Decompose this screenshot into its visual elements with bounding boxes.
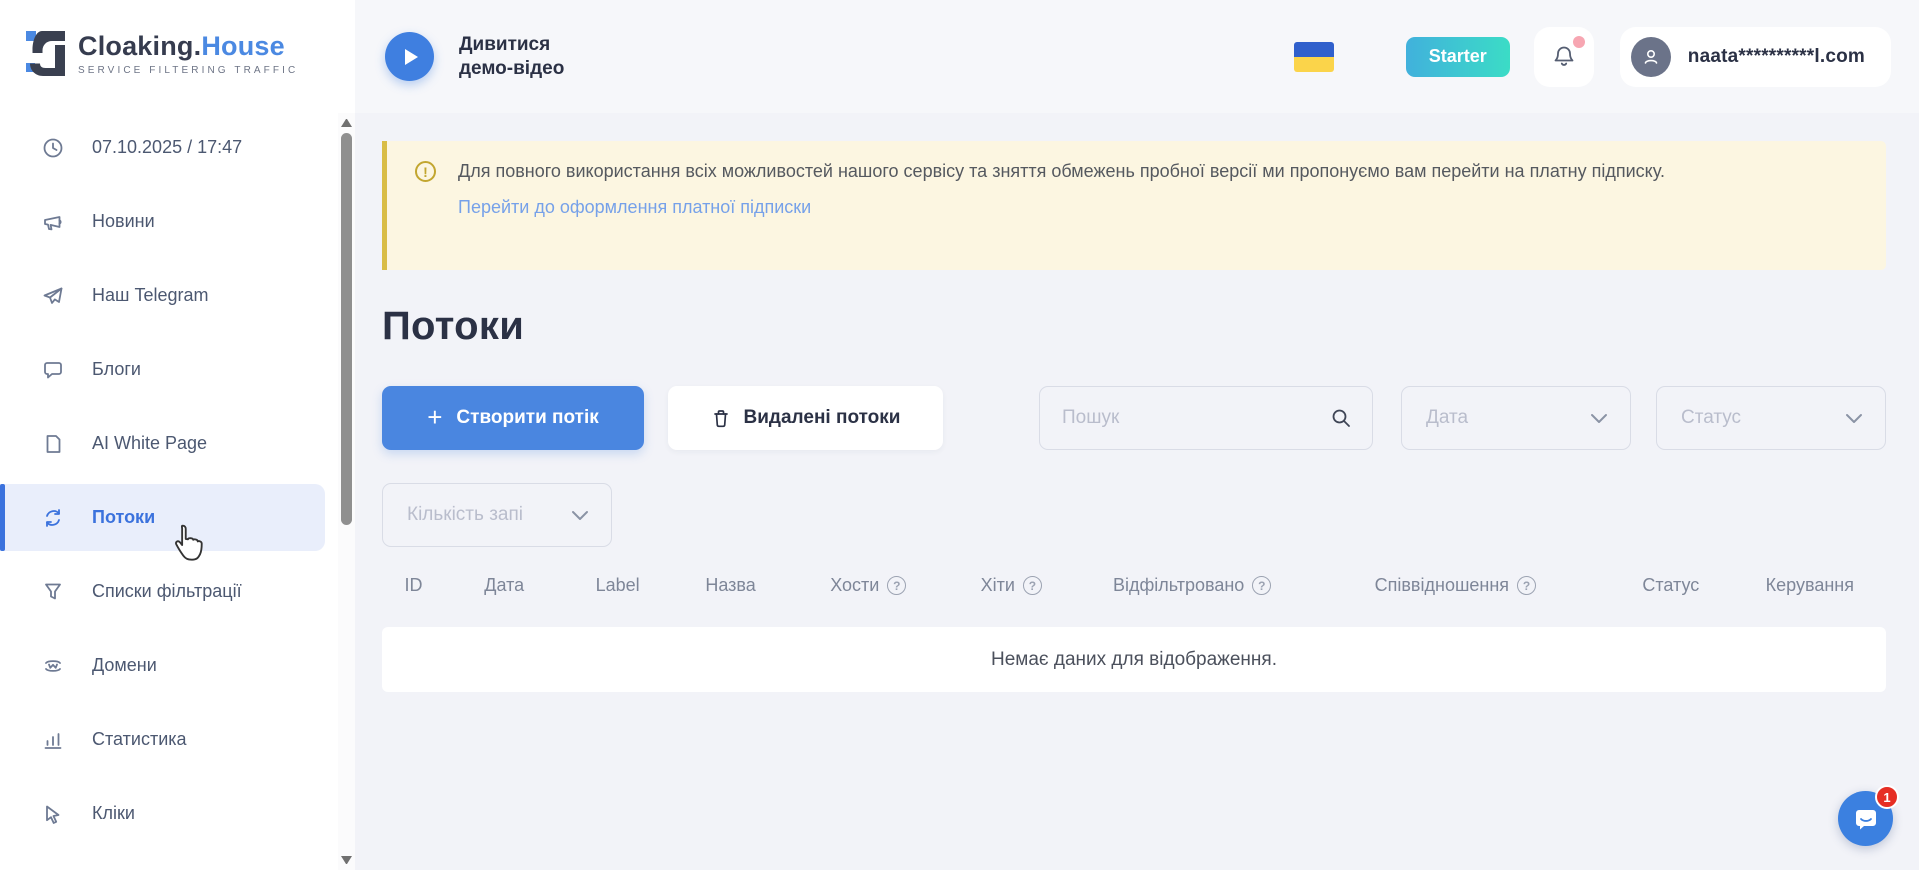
sidebar-item-label: Наш Telegram (92, 285, 208, 306)
sidebar-item-domains[interactable]: Домени (0, 632, 325, 699)
upgrade-subscription-link[interactable]: Перейти до оформлення платної підписки (458, 197, 811, 218)
chat-smile-icon (1851, 804, 1881, 834)
bell-icon (1550, 43, 1578, 71)
column-header-name: Назва (705, 575, 755, 596)
topbar-right: Starter naata**********l.com (1294, 27, 1891, 87)
demo-video-label[interactable]: Дивитися демо-відео (459, 33, 564, 81)
sidebar-scrollbar[interactable] (338, 113, 355, 870)
column-header-date: Дата (484, 575, 524, 596)
notification-dot (1573, 36, 1585, 48)
scrollbar-up-arrow[interactable] (341, 119, 352, 127)
column-header-hosts: Хости? (830, 575, 906, 596)
sidebar-item-telegram[interactable]: Наш Telegram (0, 262, 325, 329)
user-email: naata**********l.com (1688, 46, 1865, 68)
banner-text: Для повного використання всіх можливосте… (458, 158, 1665, 184)
brand-logo[interactable]: Cloaking.House SERVICE FILTERING TRAFFIC (0, 0, 355, 77)
chevron-down-icon (1590, 413, 1608, 424)
funnel-icon (42, 581, 64, 603)
sidebar-item-statistics[interactable]: Статистика (0, 706, 325, 773)
column-header-status: Статус (1642, 575, 1699, 596)
sidebar: Cloaking.House SERVICE FILTERING TRAFFIC… (0, 0, 355, 870)
trial-warning-banner: ! Для повного використання всіх можливос… (382, 141, 1886, 270)
sidebar-nav: 07.10.2025 / 17:47 Новини Наш Telegram Б… (0, 114, 325, 854)
brand-name: Cloaking.House (78, 31, 298, 62)
megaphone-icon (42, 211, 64, 233)
brand-tagline: SERVICE FILTERING TRAFFIC (78, 65, 298, 76)
scrollbar-thumb[interactable] (341, 133, 352, 525)
trash-icon (711, 408, 731, 429)
help-icon[interactable]: ? (1252, 576, 1271, 595)
help-icon[interactable]: ? (1023, 576, 1042, 595)
column-header-hits: Хіти? (981, 575, 1042, 596)
sidebar-item-label: Статистика (92, 729, 187, 750)
sidebar-item-label: Кліки (92, 803, 135, 824)
per-page-dropdown[interactable]: Кількість запі (382, 483, 612, 547)
plus-icon: + (427, 404, 442, 430)
user-icon (1640, 46, 1662, 68)
column-header-ratio: Співвідношення? (1375, 575, 1536, 596)
sidebar-item-label: Домени (92, 655, 157, 676)
sidebar-item-blogs[interactable]: Блоги (0, 336, 325, 403)
plan-badge[interactable]: Starter (1406, 37, 1510, 77)
column-header-actions: Керування (1766, 575, 1854, 596)
scrollbar-down-arrow[interactable] (341, 856, 352, 864)
sidebar-item-label: Потоки (92, 507, 155, 528)
domain-icon (42, 655, 64, 677)
language-flag-ukraine[interactable] (1294, 42, 1334, 72)
toolbar: + Створити потік Видалені потоки Дата Ст… (382, 386, 1886, 450)
bar-chart-icon (42, 729, 64, 751)
user-account-button[interactable]: naata**********l.com (1620, 27, 1891, 87)
sidebar-item-ai-white-page[interactable]: AI White Page (0, 410, 325, 477)
table-empty-state: Немає даних для відображення. (382, 627, 1886, 692)
telegram-icon (42, 285, 64, 307)
sidebar-item-clicks[interactable]: Кліки (0, 780, 325, 847)
sidebar-item-news[interactable]: Новини (0, 188, 325, 255)
page-title: Потоки (382, 304, 1886, 349)
page-icon (42, 433, 64, 455)
chevron-down-icon (1845, 413, 1863, 424)
search-input[interactable] (1062, 407, 1330, 429)
help-icon[interactable]: ? (887, 576, 906, 595)
sidebar-item-label: 07.10.2025 / 17:47 (92, 137, 242, 158)
play-icon (405, 49, 418, 65)
flows-table-header: ID Дата Label Назва Хости? Хіти? Відфіль… (382, 575, 1886, 609)
chevron-down-icon (571, 510, 589, 521)
brand-text: Cloaking.House SERVICE FILTERING TRAFFIC (78, 31, 298, 76)
demo-video-play-button[interactable] (385, 32, 434, 81)
warning-icon: ! (415, 161, 436, 182)
avatar (1631, 37, 1671, 77)
main-content: ! Для повного використання всіх можливос… (355, 113, 1919, 870)
sidebar-item-label: AI White Page (92, 433, 207, 454)
sidebar-item-flows[interactable]: Потоки (0, 484, 325, 551)
create-flow-button[interactable]: + Створити потік (382, 386, 644, 450)
sidebar-item-date[interactable]: 07.10.2025 / 17:47 (0, 114, 325, 181)
sidebar-item-label: Блоги (92, 359, 141, 380)
chat-widget-button[interactable]: 1 (1838, 791, 1893, 846)
notifications-button[interactable] (1534, 27, 1594, 87)
deleted-flows-button[interactable]: Видалені потоки (668, 386, 943, 450)
column-header-label: Label (596, 575, 640, 596)
clock-icon (42, 137, 64, 159)
column-header-id: ID (405, 575, 423, 596)
chat-bubble-icon (42, 359, 64, 381)
topbar: Дивитися демо-відео Starter naata*******… (355, 0, 1919, 113)
status-filter-dropdown[interactable]: Статус (1656, 386, 1886, 450)
sidebar-item-filter-lists[interactable]: Списки фільтрації (0, 558, 325, 625)
help-icon[interactable]: ? (1517, 576, 1536, 595)
cursor-icon (42, 803, 64, 825)
search-box (1039, 386, 1373, 450)
brand-logo-icon (24, 30, 68, 77)
sync-icon (42, 507, 64, 529)
sidebar-item-label: Новини (92, 211, 155, 232)
search-icon[interactable] (1330, 407, 1352, 429)
sidebar-item-label: Списки фільтрації (92, 581, 242, 602)
chat-unread-badge: 1 (1875, 785, 1899, 809)
column-header-filtered: Відфільтровано? (1113, 575, 1271, 596)
date-filter-dropdown[interactable]: Дата (1401, 386, 1631, 450)
